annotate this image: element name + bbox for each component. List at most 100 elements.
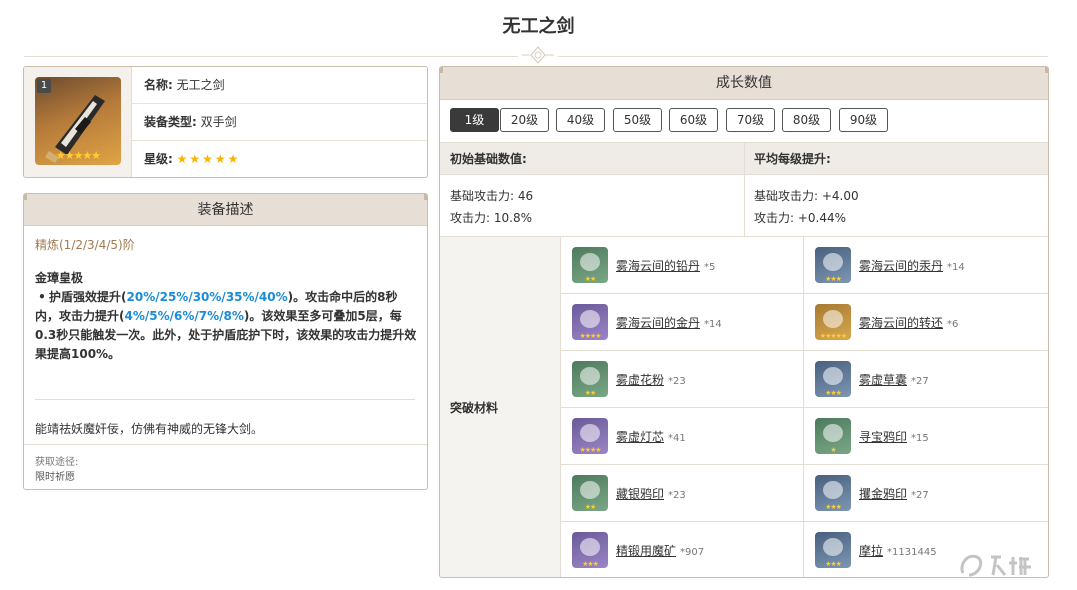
material-rarity-stars: ★★★★ bbox=[579, 332, 601, 340]
material-rarity-stars: ★★★★ bbox=[579, 446, 601, 454]
transmutation-icon: ★★★★★ bbox=[815, 304, 851, 340]
info-row-name: 名称: 无工之剑 bbox=[132, 67, 427, 104]
material-name: 雾海云间的汞丹 bbox=[859, 259, 944, 273]
material-cell: ★★★ 雾虚草囊 *27 bbox=[804, 351, 1048, 408]
effect-part-1: 护盾强效提升( bbox=[49, 290, 127, 304]
weapon-info-card: 1 ★★★★★ 名称: 无工之剑 装备类型: 双手剑 星级: ★★★★★ bbox=[23, 66, 428, 178]
material-rarity-stars: ★★★ bbox=[825, 275, 842, 283]
material-rarity-stars: ★★ bbox=[584, 275, 597, 283]
material-name-link[interactable]: 雾海云间的铅丹 *5 bbox=[616, 257, 715, 274]
mystic-enhancement-ore-icon: ★★★ bbox=[572, 532, 608, 568]
level-tab-20[interactable]: 20级 bbox=[500, 108, 549, 132]
material-cell: ★★★ 雾海云间的汞丹 *14 bbox=[804, 237, 1048, 294]
material-name: 雾海云间的转还 bbox=[859, 316, 944, 330]
mora-coin-icon: ★★★ bbox=[815, 532, 851, 568]
source-label: 获取途径: bbox=[35, 457, 79, 468]
material-name-link[interactable]: 攫金鸦印 *27 bbox=[859, 485, 929, 502]
watermark-logo-icon bbox=[960, 554, 1031, 577]
bullet-icon: • bbox=[38, 290, 46, 304]
effect-name: 金璋皇极 bbox=[35, 271, 84, 285]
weapon-image: 1 ★★★★★ bbox=[35, 77, 121, 165]
material-shape bbox=[823, 253, 843, 271]
material-rarity-stars: ★★ bbox=[584, 389, 597, 397]
material-rarity-stars: ★★★ bbox=[582, 560, 599, 568]
material-count: *6 bbox=[947, 319, 959, 330]
material-name-link[interactable]: 雾海云间的转还 *6 bbox=[859, 314, 958, 331]
materials-label-cell: 突破材料 bbox=[440, 237, 561, 577]
material-count: *41 bbox=[668, 433, 686, 444]
material-name-link[interactable]: 雾虚草囊 *27 bbox=[859, 371, 929, 388]
effect-highlight-2: 4%/5%/6%/7%/8% bbox=[124, 309, 244, 323]
material-name-link[interactable]: 雾海云间的金丹 *14 bbox=[616, 314, 722, 331]
material-name: 摩拉 bbox=[859, 544, 884, 558]
mercury-elixir-icon: ★★★ bbox=[815, 247, 851, 283]
material-count: *23 bbox=[668, 490, 686, 501]
material-cell: ★ 寻宝鸦印 *15 bbox=[804, 408, 1048, 465]
material-count: *5 bbox=[704, 262, 716, 273]
material-shape bbox=[580, 424, 600, 442]
material-name: 攫金鸦印 bbox=[859, 487, 908, 501]
material-name-link[interactable]: 雾虚花粉 *23 bbox=[616, 371, 686, 388]
level-tab-90[interactable]: 90级 bbox=[839, 108, 888, 132]
mist-lamp-wick-icon: ★★★★ bbox=[572, 418, 608, 454]
info-key-rarity: 星级: bbox=[144, 152, 173, 166]
material-cell: ★★ 雾虚花粉 *23 bbox=[561, 351, 804, 408]
material-name: 雾海云间的金丹 bbox=[616, 316, 701, 330]
level-tab-50[interactable]: 50级 bbox=[613, 108, 662, 132]
weapon-level-badge: 1 bbox=[37, 79, 51, 93]
material-name-link[interactable]: 寻宝鸦印 *15 bbox=[859, 428, 929, 445]
base-stats-header: 初始基础数值: bbox=[440, 142, 744, 175]
materials-label: 突破材料 bbox=[450, 401, 499, 415]
per-level-stat-atk: 基础攻击力: +4.00 bbox=[754, 189, 859, 203]
level-tab-1[interactable]: 1级 bbox=[450, 108, 499, 132]
per-level-header: 平均每级提升: bbox=[744, 142, 1048, 175]
material-name: 雾虚草囊 bbox=[859, 373, 908, 387]
material-rarity-stars: ★★ bbox=[584, 503, 597, 511]
material-count: *23 bbox=[668, 376, 686, 387]
base-stats: 基础攻击力: 46 攻击力: 10.8% bbox=[440, 175, 744, 237]
material-cell: ★★ 藏银鸦印 *23 bbox=[561, 465, 804, 522]
material-shape bbox=[823, 481, 843, 499]
material-name-link[interactable]: 摩拉 *1131445 bbox=[859, 542, 937, 559]
info-key-type: 装备类型: bbox=[144, 115, 197, 129]
mist-pollen-icon: ★★ bbox=[572, 361, 608, 397]
divider bbox=[744, 142, 745, 237]
level-tab-80[interactable]: 80级 bbox=[782, 108, 831, 132]
material-cell: ★★★★★ 雾海云间的转还 *6 bbox=[804, 294, 1048, 351]
material-count: *15 bbox=[911, 433, 929, 444]
info-row-rarity: 星级: ★★★★★ bbox=[132, 141, 427, 177]
material-shape bbox=[823, 424, 843, 442]
divider bbox=[35, 399, 415, 400]
material-name-link[interactable]: 雾虚灯芯 *41 bbox=[616, 428, 686, 445]
growth-card: 成长数值 1级 20级 40级 50级 60级 70级 80级 90级 初始基础… bbox=[439, 66, 1049, 578]
level-tab-40[interactable]: 40级 bbox=[556, 108, 605, 132]
material-name: 藏银鸦印 bbox=[616, 487, 665, 501]
base-stat-atk-percent: 攻击力: 10.8% bbox=[450, 211, 532, 225]
level-tab-70[interactable]: 70级 bbox=[726, 108, 775, 132]
material-shape bbox=[580, 538, 600, 556]
material-count: *14 bbox=[947, 262, 965, 273]
material-rarity-stars: ★★★★★ bbox=[819, 332, 847, 340]
effect-highlight-1: 20%/25%/30%/35%/40% bbox=[126, 290, 288, 304]
info-value-type: 双手剑 bbox=[200, 115, 237, 129]
info-key-name: 名称: bbox=[144, 78, 173, 92]
page-title: 无工之剑 bbox=[502, 16, 575, 37]
material-name-link[interactable]: 精锻用魔矿 *907 bbox=[616, 542, 704, 559]
material-cell: ★★★★ 雾虚灯芯 *41 bbox=[561, 408, 804, 465]
golden-elixir-icon: ★★★★ bbox=[572, 304, 608, 340]
source-value: 限时祈愿 bbox=[35, 472, 75, 483]
material-name: 雾海云间的铅丹 bbox=[616, 259, 701, 273]
material-shape bbox=[823, 538, 843, 556]
material-name-link[interactable]: 雾海云间的汞丹 *14 bbox=[859, 257, 965, 274]
material-count: *27 bbox=[911, 376, 929, 387]
effect-text: • 护盾强效提升(20%/25%/30%/35%/40%)。攻击命中后的8秒内，攻… bbox=[35, 288, 419, 364]
material-name: 雾虚灯芯 bbox=[616, 430, 665, 444]
per-level-stat-atk-percent: 攻击力: +0.44% bbox=[754, 211, 847, 225]
mist-grass-pouch-icon: ★★★ bbox=[815, 361, 851, 397]
material-name-link[interactable]: 藏银鸦印 *23 bbox=[616, 485, 686, 502]
material-shape bbox=[580, 481, 600, 499]
growth-header: 成长数值 bbox=[440, 67, 1048, 100]
material-count: *27 bbox=[911, 490, 929, 501]
level-tab-60[interactable]: 60级 bbox=[669, 108, 718, 132]
material-rarity-stars: ★★★ bbox=[825, 560, 842, 568]
